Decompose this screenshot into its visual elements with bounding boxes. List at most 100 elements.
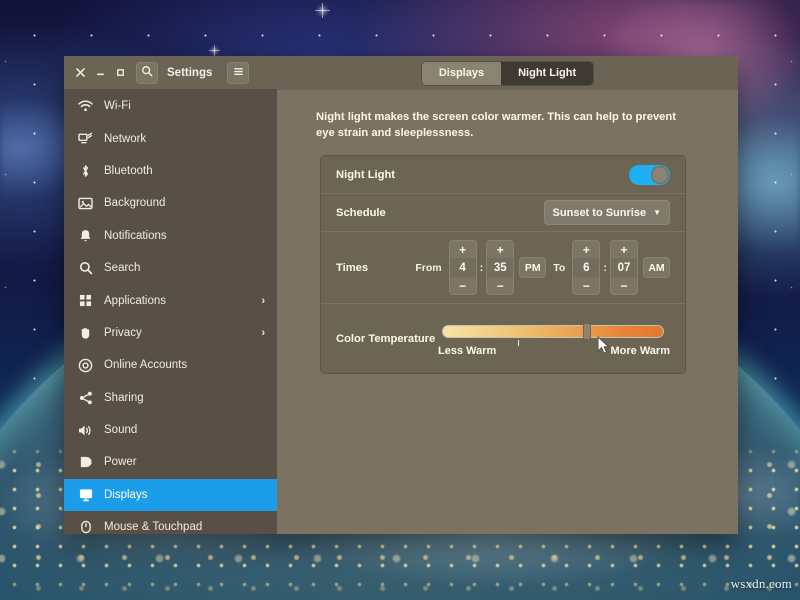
sidebar-item-background[interactable]: Background (64, 187, 277, 219)
site-watermark: wsxdn.com (731, 576, 792, 592)
main-menu-button[interactable] (227, 62, 249, 84)
from-meridiem-toggle[interactable]: PM (519, 257, 546, 278)
sidebar-item-applications[interactable]: Applications › (64, 284, 277, 316)
chevron-right-icon: › (261, 327, 265, 339)
from-hour-stepper[interactable]: + 4 − (449, 240, 477, 295)
desktop-screen: wsxdn.com Settings (0, 0, 800, 600)
mouse-icon (77, 519, 94, 534)
sidebar-item-label: Network (104, 133, 146, 145)
night-light-settings-card: Night Light Schedule Sunset to Sunrise ▼ (320, 155, 686, 374)
to-minute-stepper[interactable]: + 07 − (610, 240, 638, 295)
minimize-icon[interactable] (90, 62, 110, 84)
sidebar-item-power[interactable]: Power (64, 446, 277, 478)
sidebar-item-label: Notifications (104, 230, 167, 242)
from-time-colon: : (480, 262, 484, 274)
from-hour-decrement[interactable]: − (450, 277, 476, 294)
sidebar-item-label: Sharing (104, 392, 144, 404)
row-night-light: Night Light (321, 156, 685, 193)
from-minute-decrement[interactable]: − (487, 277, 513, 294)
from-minute-value[interactable]: 35 (487, 258, 513, 277)
sidebar-item-bluetooth[interactable]: Bluetooth (64, 155, 277, 187)
hand-icon (77, 325, 94, 341)
color-temperature-slider[interactable]: Less Warm More Warm (438, 317, 670, 361)
to-hour-stepper[interactable]: + 6 − (572, 240, 600, 295)
mouse-cursor-icon (597, 336, 610, 355)
sidebar-item-online-accounts[interactable]: Online Accounts (64, 349, 277, 381)
times-controls: From + 4 − : + 35 − (408, 240, 670, 295)
settings-sidebar[interactable]: Wi-Fi Network Bluetooth (64, 90, 277, 534)
slider-track[interactable] (442, 325, 664, 338)
to-minute-decrement[interactable]: − (611, 277, 637, 294)
schedule-label: Schedule (336, 207, 386, 219)
schedule-dropdown[interactable]: Sunset to Sunrise ▼ (544, 200, 670, 225)
to-minute-increment[interactable]: + (611, 241, 637, 258)
to-time-colon: : (603, 262, 607, 274)
row-times: Times From + 4 − : + 35 (321, 231, 685, 303)
search-button[interactable] (136, 62, 158, 84)
row-schedule: Schedule Sunset to Sunrise ▼ (321, 193, 685, 231)
sidebar-item-label: Applications (104, 295, 166, 307)
sidebar-item-displays[interactable]: Displays (64, 479, 277, 511)
chevron-down-icon: ▼ (653, 208, 661, 217)
hamburger-menu-icon (233, 64, 244, 82)
window-header-bar: Settings Displays Night Light (64, 56, 738, 90)
from-hour-value[interactable]: 4 (450, 258, 476, 277)
toggle-knob (651, 166, 669, 184)
image-icon (77, 195, 94, 211)
from-label: From (415, 262, 441, 274)
row-color-temperature: Color Temperature Less Warm More Warm (321, 303, 685, 373)
sidebar-item-label: Mouse & Touchpad (104, 521, 202, 533)
to-label: To (553, 262, 565, 274)
power-plug-icon (77, 454, 94, 470)
sidebar-item-label: Search (104, 262, 140, 274)
slider-max-label: More Warm (611, 345, 671, 357)
sidebar-item-wifi[interactable]: Wi-Fi (64, 90, 277, 122)
window-title: Settings (167, 67, 212, 79)
times-label: Times (336, 262, 368, 274)
sidebar-item-label: Online Accounts (104, 359, 187, 371)
tab-night-light[interactable]: Night Light (501, 62, 593, 85)
sidebar-item-network[interactable]: Network (64, 122, 277, 154)
sidebar-item-sharing[interactable]: Sharing (64, 382, 277, 414)
share-icon (77, 390, 94, 406)
monitor-icon (77, 487, 94, 503)
sidebar-item-privacy[interactable]: Privacy › (64, 317, 277, 349)
sidebar-item-label: Background (104, 197, 165, 209)
to-hour-decrement[interactable]: − (573, 277, 599, 294)
bright-star-icon (321, 9, 323, 11)
search-icon (77, 260, 94, 276)
maximize-icon[interactable] (110, 62, 130, 84)
window-body: Wi-Fi Network Bluetooth (64, 90, 738, 534)
network-icon (77, 131, 94, 147)
view-tab-switcher: Displays Night Light (421, 61, 594, 86)
bell-icon (77, 228, 94, 244)
bluetooth-icon (77, 163, 94, 179)
close-icon[interactable] (70, 62, 90, 84)
speaker-icon (77, 422, 94, 438)
from-hour-increment[interactable]: + (450, 241, 476, 258)
sidebar-item-label: Bluetooth (104, 165, 153, 177)
slider-min-label: Less Warm (438, 345, 496, 357)
night-light-toggle[interactable] (629, 165, 670, 185)
header-right-section: Displays Night Light (277, 56, 738, 91)
from-minute-increment[interactable]: + (487, 241, 513, 258)
slider-handle[interactable] (583, 323, 591, 340)
schedule-value: Sunset to Sunrise (553, 207, 647, 219)
wifi-icon (77, 98, 94, 114)
sidebar-item-label: Privacy (104, 327, 142, 339)
at-sign-icon (77, 357, 94, 373)
sidebar-item-mouse-touchpad[interactable]: Mouse & Touchpad (64, 511, 277, 534)
to-hour-increment[interactable]: + (573, 241, 599, 258)
sidebar-item-sound[interactable]: Sound (64, 414, 277, 446)
chevron-right-icon: › (261, 295, 265, 307)
sidebar-item-label: Sound (104, 424, 137, 436)
to-minute-value[interactable]: 07 (611, 258, 637, 277)
sidebar-item-label: Displays (104, 489, 147, 501)
sidebar-item-search[interactable]: Search (64, 252, 277, 284)
to-hour-value[interactable]: 6 (573, 258, 599, 277)
tab-displays[interactable]: Displays (422, 62, 501, 85)
from-minute-stepper[interactable]: + 35 − (486, 240, 514, 295)
to-meridiem-toggle[interactable]: AM (643, 257, 670, 278)
sidebar-item-notifications[interactable]: Notifications (64, 220, 277, 252)
search-icon (141, 64, 153, 82)
